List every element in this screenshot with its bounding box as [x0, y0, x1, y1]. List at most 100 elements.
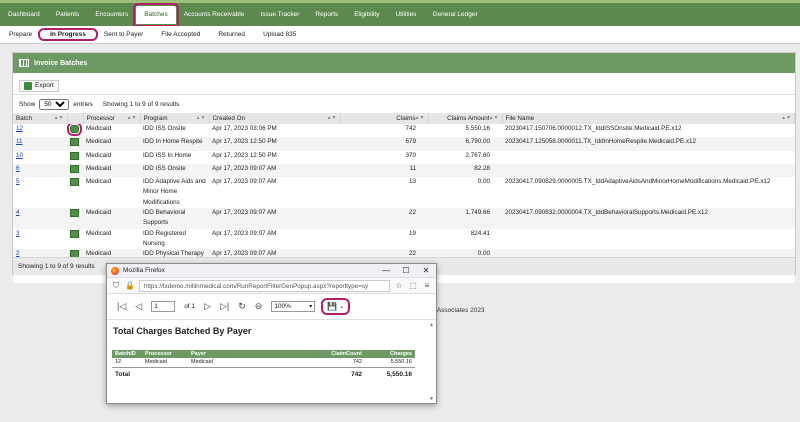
nav-item-issue-tracker[interactable]: Issue Tracker	[252, 6, 307, 24]
batch-cell[interactable]: 4	[13, 208, 67, 229]
batch-cell[interactable]: 12	[13, 124, 67, 137]
batch-cell[interactable]: 11	[13, 137, 67, 150]
save-icon: 💾	[327, 302, 338, 311]
icon-cell[interactable]	[67, 229, 83, 250]
save-export-button[interactable]: 💾 ⌄	[321, 298, 351, 315]
menu-icon[interactable]: ≡	[422, 281, 432, 290]
icon-cell[interactable]	[67, 137, 83, 150]
rpt-charges: 5,550.16	[390, 359, 412, 365]
report-icon[interactable]	[67, 122, 82, 136]
tab-returned[interactable]: Returned	[209, 31, 254, 38]
nav-item-batches[interactable]: Batches	[133, 3, 179, 27]
table-row: 6 Medicaid IDD ISS Onsite Apr 17, 2023 09:0…	[13, 163, 795, 178]
batch-link[interactable]: 12	[16, 125, 23, 132]
panel-title: Invoice Batches	[34, 59, 88, 67]
col-file-name[interactable]: File Name ▲▼	[502, 113, 795, 124]
claims-cell: 370	[405, 151, 416, 159]
batch-link[interactable]: 10	[16, 152, 23, 159]
close-icon[interactable]: ✕	[416, 264, 436, 278]
zoom-select[interactable]: 100%	[271, 301, 316, 312]
first-page-icon[interactable]: |◁	[117, 301, 126, 312]
minimize-icon[interactable]: —	[376, 264, 396, 278]
icon-cell[interactable]	[67, 151, 83, 164]
batch-cell[interactable]: 5	[13, 177, 67, 208]
program-cell: IDD Behavioral Supports	[143, 209, 186, 227]
amount-cell: 6,790.00	[465, 138, 490, 146]
popup-titlebar: Mozilla Firefox — ☐ ✕	[107, 264, 436, 278]
tab-file-accepted[interactable]: File Accepted	[152, 31, 209, 38]
nav-item-accounts-receivable[interactable]: Accounts Receivable	[176, 6, 253, 24]
rpt-total-label: Total	[112, 367, 307, 382]
tab-prepare[interactable]: Prepare	[0, 31, 41, 38]
export-label: Export	[35, 82, 54, 89]
batch-link[interactable]: 4	[16, 209, 20, 216]
report-icon[interactable]	[70, 138, 79, 147]
invoice-batches-panel: Invoice Batches Export Show 50 entries S…	[12, 52, 796, 284]
tab-in-progress[interactable]: In Progress	[38, 28, 98, 41]
star-icon[interactable]: ☆	[394, 281, 404, 290]
col-claims-amount[interactable]: Claims Amount ▲▼	[428, 113, 503, 124]
next-page-icon[interactable]: ▷	[204, 301, 211, 312]
batch-link[interactable]: 3	[16, 230, 20, 237]
report-icon[interactable]	[70, 164, 79, 173]
page-of-label: of 1	[184, 303, 196, 310]
export-button[interactable]: Export	[19, 79, 59, 92]
page-number-input[interactable]: 1	[151, 301, 176, 312]
created-cell: Apr 17, 2023 09:07 AM	[212, 209, 277, 217]
report-icon[interactable]	[70, 178, 79, 187]
batch-link[interactable]: 6	[16, 165, 20, 172]
nav-item-general-ledger[interactable]: General Ledger	[424, 6, 485, 24]
report-icon[interactable]	[70, 209, 79, 218]
popup-window-title: Mozilla Firefox	[123, 267, 165, 274]
batch-link[interactable]: 11	[16, 138, 23, 145]
file-cell: 20230417.150706.0000012.TX_IddISSOnsite.…	[505, 125, 682, 132]
created-cell: Apr 17, 2023 09:07 AM	[212, 229, 277, 237]
rpt-payer: Medicaid	[191, 359, 214, 365]
batch-link[interactable]: 5	[16, 178, 20, 185]
icon-cell[interactable]	[67, 208, 83, 229]
icon-cell[interactable]	[67, 177, 83, 208]
report-icon[interactable]	[70, 229, 79, 238]
entries-label: entries	[73, 100, 93, 108]
amount-cell: 824.41	[470, 229, 490, 237]
program-cell: IDD Registered Nursing	[143, 229, 187, 247]
file-cell: 20230417.125058.0000011.TX_IddInHomeResp…	[505, 138, 697, 146]
maximize-icon[interactable]: ☐	[396, 264, 416, 278]
last-page-icon[interactable]: ▷|	[220, 301, 229, 312]
url-field[interactable]: https://txdemo.millinmedical.com/RunRepo…	[139, 279, 390, 292]
col-batch[interactable]: Batch ▲▼	[13, 113, 68, 124]
file-cell: 20230417.090832.0000004.TX_IddBehavioral…	[505, 209, 709, 217]
prev-page-icon[interactable]: ◁	[135, 301, 142, 312]
panel-header: Invoice Batches	[13, 53, 795, 73]
page-size-select[interactable]: 50	[39, 98, 70, 110]
refresh-icon[interactable]: ↻	[238, 301, 246, 312]
back-icon[interactable]: ⊖	[255, 301, 263, 312]
report-popup-window: Mozilla Firefox — ☐ ✕ ⛉ 🔒 https://txdemo…	[106, 263, 437, 404]
popup-scrollbar[interactable]: ▲ ▼	[429, 322, 435, 402]
tab-upload-835[interactable]: Upload 835	[254, 31, 305, 38]
tab-sent-to-payer[interactable]: Sent to Payer	[95, 31, 152, 38]
nav-item-dashboard[interactable]: Dashboard	[0, 6, 48, 24]
nav-item-encounters[interactable]: Encounters	[87, 6, 136, 24]
report-icon[interactable]	[70, 151, 79, 160]
icon-cell[interactable]	[67, 164, 83, 177]
shield-icon[interactable]: ⛉	[111, 281, 121, 291]
amount-cell: 82.28	[474, 164, 490, 172]
file-cell	[502, 229, 795, 250]
nav-item-eligibility[interactable]: Eligibility	[346, 6, 387, 24]
nav-item-utilities[interactable]: Utilities	[387, 6, 424, 24]
nav-item-reports[interactable]: Reports	[307, 6, 346, 24]
processor-cell: Medicaid	[86, 164, 112, 172]
file-cell	[502, 164, 795, 177]
col-program[interactable]: Program ▲▼	[140, 113, 210, 124]
col-processor[interactable]: Processor ▲▼	[83, 113, 141, 124]
batch-cell[interactable]: 3	[13, 229, 67, 250]
nav-item-patients[interactable]: Patients	[48, 6, 88, 24]
icon-cell[interactable]	[67, 122, 83, 137]
col-created-on[interactable]: Created On ▲▼	[209, 113, 341, 124]
extension-icon[interactable]: ⬚	[408, 281, 418, 290]
chevron-down-icon: ⌄	[339, 304, 345, 310]
batch-cell[interactable]: 6	[13, 164, 67, 177]
batch-cell[interactable]: 10	[13, 151, 67, 164]
col-claims[interactable]: Claims ▲▼	[340, 113, 429, 124]
